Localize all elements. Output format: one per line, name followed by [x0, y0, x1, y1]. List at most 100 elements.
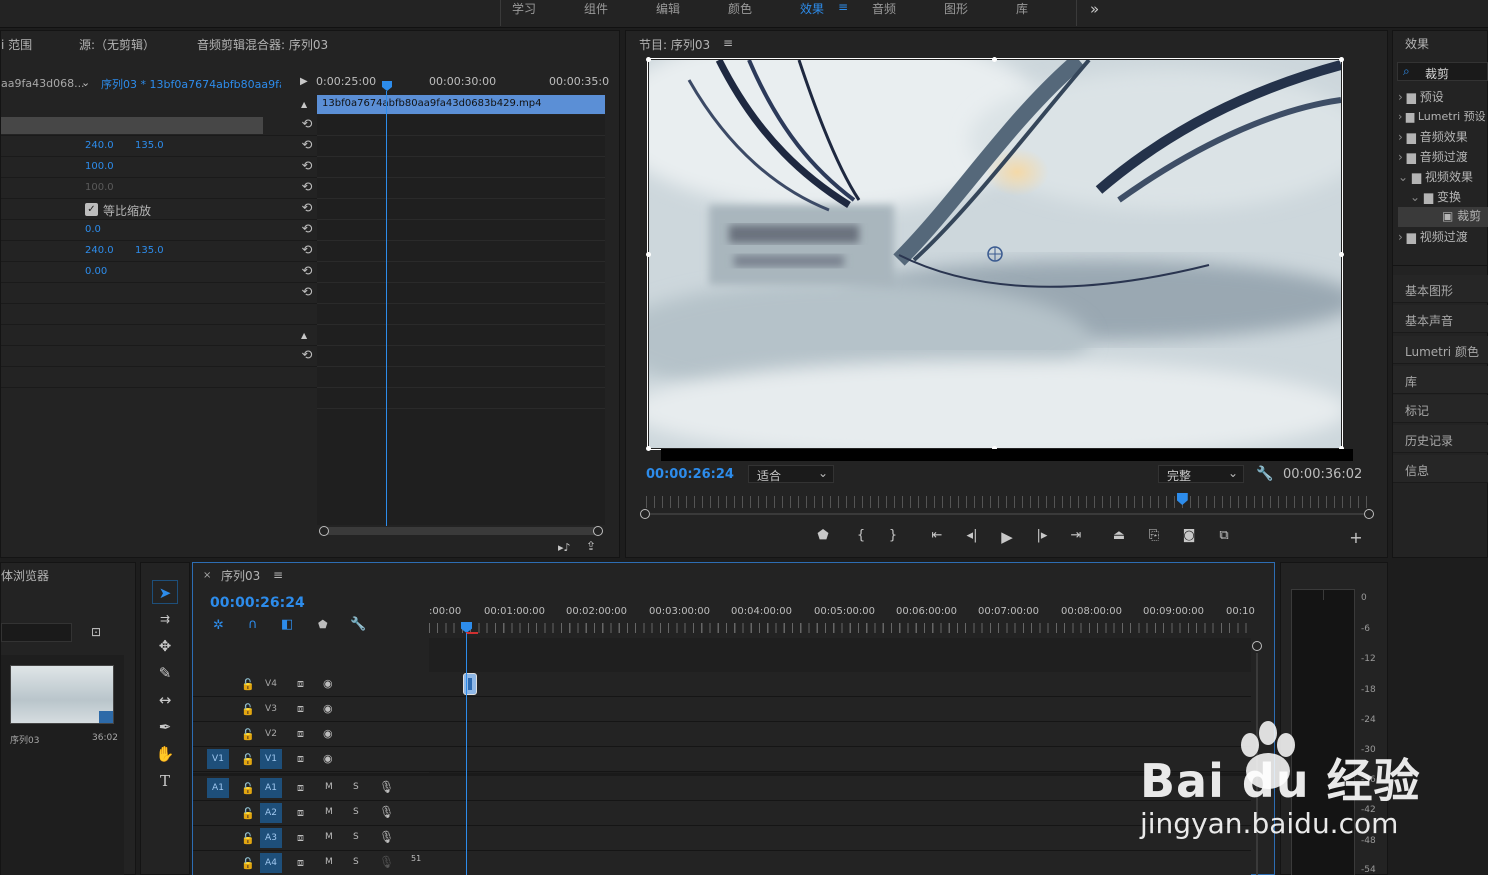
track-target-v3[interactable]: V3 — [260, 699, 282, 719]
mark-out-icon[interactable]: } — [882, 528, 904, 543]
sync-lock-icon[interactable]: ⧈ — [297, 806, 304, 820]
transform-handle[interactable] — [992, 57, 997, 62]
reset-icon[interactable]: ⟲ — [297, 220, 317, 240]
camera-icon[interactable]: ◙ — [1178, 528, 1200, 543]
step-forward-icon[interactable]: |▸ — [1031, 528, 1053, 543]
mark-in-icon[interactable]: { — [850, 528, 872, 543]
zoom-scrollbar[interactable] — [650, 513, 1364, 515]
reset-icon[interactable]: ⟲ — [297, 199, 317, 219]
horizontal-scrollbar[interactable] — [319, 526, 603, 536]
lock-icon[interactable]: 🔓 — [241, 728, 255, 741]
timeline-tab-title[interactable]: 序列03 — [221, 567, 260, 584]
workspace-tab-assembly[interactable]: 组件 — [584, 0, 608, 17]
lock-icon[interactable]: 🔓 — [241, 703, 255, 716]
reset-icon[interactable]: ⟲ — [297, 346, 317, 366]
lift-icon[interactable]: ⏏ — [1108, 528, 1130, 543]
clip-dropdown[interactable]: aa9fa43d068... — [1, 77, 85, 90]
sync-lock-icon[interactable]: ⧈ — [297, 677, 304, 691]
value-field[interactable]: 240.0 — [85, 140, 114, 151]
transform-handle[interactable] — [646, 252, 651, 257]
tree-item[interactable]: › ▆ 音频过渡 — [1398, 148, 1488, 168]
effects-panel-title[interactable]: 效果 — [1405, 35, 1429, 52]
ripple-edit-tool-icon[interactable]: ✥ — [152, 634, 178, 658]
tree-item[interactable]: › ▆ Lumetri 预设 — [1398, 108, 1488, 128]
zoom-handle-left[interactable] — [640, 509, 650, 519]
playhead-marker[interactable] — [382, 81, 392, 91]
tree-item-selected[interactable]: ▣ 裁剪 — [1398, 207, 1488, 227]
value-field[interactable]: 100.0 — [85, 161, 114, 172]
solo-button[interactable]: S — [353, 832, 359, 842]
lock-icon[interactable]: 🔓 — [241, 678, 255, 691]
compare-view-icon[interactable]: ⧉ — [1213, 528, 1235, 543]
tab-lumetri-scopes[interactable]: i 范围 — [1, 36, 32, 53]
tree-item[interactable]: › ▆ 音频效果 — [1398, 128, 1488, 148]
source-patch-a1[interactable]: A1 — [207, 778, 229, 798]
panel-info[interactable]: 信息 — [1393, 455, 1488, 483]
chevron-down-icon[interactable]: ⌄ — [81, 76, 90, 89]
microphone-icon[interactable]: 🎙 — [379, 780, 394, 794]
go-to-out-icon[interactable]: ⇥ — [1065, 528, 1087, 543]
workspace-menu-icon[interactable]: ≡ — [838, 0, 848, 14]
panel-essential-sound[interactable]: 基本声音 — [1393, 305, 1488, 333]
track-target-v2[interactable]: V2 — [260, 724, 282, 744]
mute-button[interactable]: M — [325, 832, 333, 842]
source-patch-v1[interactable]: V1 — [207, 749, 229, 769]
eye-icon[interactable]: ◉ — [323, 727, 333, 740]
tree-item[interactable]: › ▆ 视频过渡 — [1398, 228, 1488, 248]
vertical-zoom-handle[interactable] — [1252, 641, 1262, 651]
fit-dropdown[interactable]: 适合 ⌄ — [748, 465, 834, 483]
type-tool-icon[interactable]: T — [152, 769, 178, 793]
tree-item[interactable]: ⌄ ▆ 变换 — [1398, 188, 1488, 208]
lock-icon[interactable]: 🔓 — [241, 857, 255, 870]
sync-lock-icon[interactable]: ⧈ — [297, 831, 304, 845]
mute-button[interactable]: M — [325, 857, 333, 867]
workspace-more-icon[interactable]: » — [1090, 0, 1099, 18]
track-target-a2[interactable]: A2 — [260, 803, 282, 823]
export-icon[interactable]: ⇪ — [586, 539, 596, 553]
sequence-thumbnail[interactable] — [10, 665, 114, 724]
panel-essential-graphics[interactable]: 基本图形 — [1393, 275, 1488, 303]
workspace-tab-editing[interactable]: 编辑 — [656, 0, 680, 17]
add-button-icon[interactable]: + — [1345, 528, 1367, 547]
workspace-tab-graphics[interactable]: 图形 — [944, 0, 968, 17]
razor-tool-icon[interactable]: ✎ — [152, 661, 178, 685]
sync-lock-icon[interactable]: ⧈ — [297, 727, 304, 741]
workspace-tab-effects[interactable]: 效果 — [800, 0, 824, 17]
track-target-a3[interactable]: A3 — [260, 828, 282, 848]
transform-handle[interactable] — [646, 446, 651, 451]
extract-icon[interactable]: ⎘ — [1143, 528, 1165, 543]
reset-icon[interactable]: ⟲ — [297, 136, 317, 156]
track-target-v1[interactable]: V1 — [260, 749, 282, 769]
mute-button[interactable]: M — [325, 807, 333, 817]
linked-selection-icon[interactable]: ◧ — [281, 617, 293, 632]
add-marker-icon[interactable]: ⬟ — [812, 528, 834, 543]
sequence-link[interactable]: 序列03 * 13bf0a7674abfb80aa9fa... — [101, 76, 281, 92]
value-field[interactable]: 135.0 — [135, 140, 164, 151]
reset-icon[interactable]: ⟲ — [297, 262, 317, 282]
play-icon[interactable]: ▶ — [300, 76, 308, 87]
track-target-a1[interactable]: A1 — [260, 778, 282, 798]
zoom-handle-right[interactable] — [1364, 509, 1374, 519]
clip-bar[interactable]: 13bf0a7674abfb80aa9fa43d0683b429.mp4 — [317, 95, 605, 114]
tab-audio-clip-mixer[interactable]: 音频剪辑混合器: 序列03 — [197, 36, 328, 53]
solo-button[interactable]: S — [353, 857, 359, 867]
panel-menu-icon[interactable]: ≡ — [273, 568, 283, 582]
media-browser-title[interactable]: 体浏览器 — [1, 567, 49, 584]
panel-lumetri-color[interactable]: Lumetri 颜色 — [1393, 336, 1488, 364]
reset-icon[interactable]: ⟲ — [297, 241, 317, 261]
pen-tool-icon[interactable]: ✒ — [152, 715, 178, 739]
collapse-up-icon[interactable]: ▲ — [301, 100, 307, 109]
sync-lock-icon[interactable]: ⧈ — [297, 752, 304, 766]
reset-icon[interactable]: ⟲ — [297, 178, 317, 198]
microphone-icon[interactable]: 🎙 — [379, 830, 394, 844]
selection-tool-icon[interactable]: ➤ — [152, 580, 178, 604]
workspace-tab-libraries[interactable]: 库 — [1016, 0, 1028, 17]
track-target-v4[interactable]: V4 — [260, 674, 282, 694]
lock-icon[interactable]: 🔓 — [241, 807, 255, 820]
effects-search-input[interactable]: ⌕ 裁剪 — [1397, 62, 1488, 81]
vertical-scrollbar[interactable] — [1256, 653, 1258, 875]
program-timecode[interactable]: 00:00:26:24 — [646, 467, 734, 482]
new-bin-icon[interactable]: ⊡ — [91, 625, 101, 639]
microphone-icon[interactable]: 🎙 — [379, 855, 394, 869]
panel-history[interactable]: 历史记录 — [1393, 425, 1488, 453]
